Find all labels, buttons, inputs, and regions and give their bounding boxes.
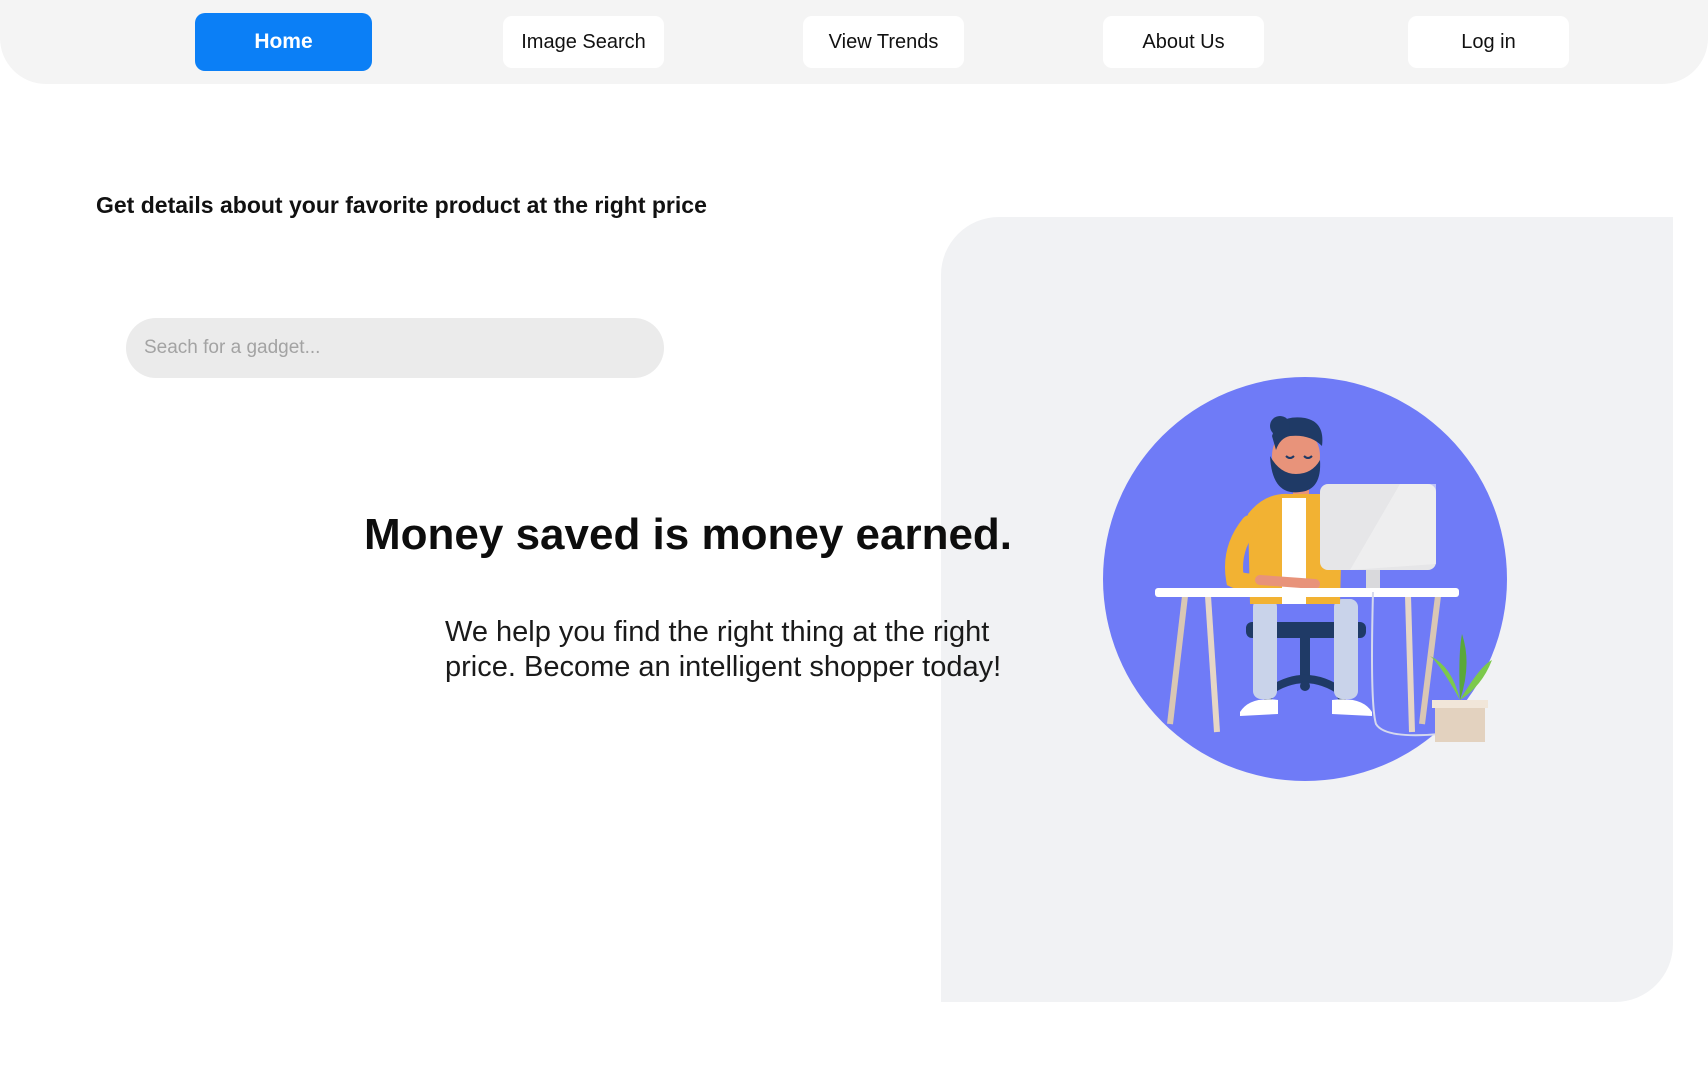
hero-headline: Money saved is money earned. — [364, 510, 1013, 559]
nav-home-button[interactable]: Home — [195, 13, 372, 71]
nav-image-search-button[interactable]: Image Search — [503, 16, 664, 68]
hero-description: We help you find the right thing at the … — [445, 615, 1065, 685]
person-at-desk-illustration — [1103, 377, 1507, 781]
gadget-search-input[interactable] — [126, 318, 664, 378]
page-tagline: Get details about your favorite product … — [96, 192, 707, 218]
top-navigation-bar: Home Image Search View Trends About Us L… — [0, 0, 1708, 84]
page: Home Image Search View Trends About Us L… — [0, 0, 1708, 1069]
hero-description-line: We help you find the right thing at the … — [445, 616, 990, 648]
nav-view-trends-button[interactable]: View Trends — [803, 16, 964, 68]
nav-log-in-button[interactable]: Log in — [1408, 16, 1569, 68]
nav-about-us-button[interactable]: About Us — [1103, 16, 1264, 68]
hero-description-line: price. Become an intelligent shopper tod… — [445, 651, 1002, 683]
